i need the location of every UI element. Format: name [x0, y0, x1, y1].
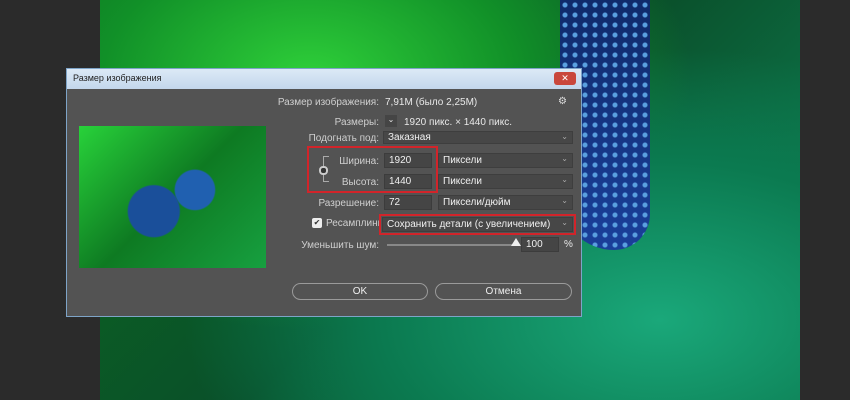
dimensions-value: 1920 пикс. × 1440 пикс. [404, 117, 512, 128]
noise-unit: % [564, 239, 573, 250]
width-unit-value: Пиксели [443, 155, 482, 166]
resample-dropdown[interactable]: Сохранить детали (с увеличением) ⌄ [382, 217, 573, 232]
dimensions-chevron-icon[interactable]: ⌄ [385, 115, 397, 127]
width-input[interactable]: 1920 [384, 153, 432, 168]
height-input[interactable]: 1440 [384, 174, 432, 189]
resolution-input[interactable]: 72 [384, 195, 432, 210]
width-unit-dropdown[interactable]: Пиксели ⌄ [438, 153, 573, 168]
chevron-down-icon: ⌄ [561, 154, 568, 163]
resample-value: Сохранить детали (с увеличением) [387, 219, 551, 230]
noise-slider-track[interactable] [387, 244, 517, 246]
image-size-dialog: Размер изображения ✕ Размер изображения:… [66, 68, 582, 317]
width-label: Ширина: [339, 156, 379, 167]
image-size-label: Размер изображения: [277, 97, 379, 108]
fit-dropdown[interactable]: Заказная ⌄ [383, 131, 573, 144]
fit-label: Подогнать под: [308, 133, 379, 144]
chevron-down-icon: ⌄ [561, 175, 568, 184]
image-size-value: 7,91M (было 2,25M) [385, 97, 478, 108]
resample-label: Ресамплинг: [326, 218, 385, 229]
chevron-down-icon: ⌄ [561, 132, 568, 141]
title-bar: Размер изображения ✕ [67, 69, 581, 89]
link-constrain-icon[interactable] [319, 166, 328, 175]
resample-checkbox[interactable]: ✔ [312, 218, 322, 228]
noise-input[interactable]: 100 [521, 237, 559, 252]
gear-icon[interactable]: ⚙ [558, 96, 567, 107]
chevron-down-icon: ⌄ [561, 218, 568, 227]
height-unit-value: Пиксели [443, 176, 482, 187]
ok-button[interactable]: OK [292, 283, 428, 300]
resolution-label: Разрешение: [318, 198, 379, 209]
image-preview [79, 126, 266, 268]
noise-label: Уменьшить шум: [301, 240, 379, 251]
dialog-title: Размер изображения [73, 73, 162, 83]
cancel-button[interactable]: Отмена [435, 283, 572, 300]
resolution-unit-dropdown[interactable]: Пиксели/дюйм ⌄ [438, 195, 573, 210]
close-button[interactable]: ✕ [554, 72, 576, 85]
fit-value: Заказная [388, 132, 431, 143]
noise-slider-handle[interactable] [511, 238, 521, 246]
dimensions-label: Размеры: [334, 117, 379, 128]
chevron-down-icon: ⌄ [561, 196, 568, 205]
height-unit-dropdown[interactable]: Пиксели ⌄ [438, 174, 573, 189]
height-label: Высота: [341, 177, 379, 188]
resolution-unit-value: Пиксели/дюйм [443, 197, 511, 208]
